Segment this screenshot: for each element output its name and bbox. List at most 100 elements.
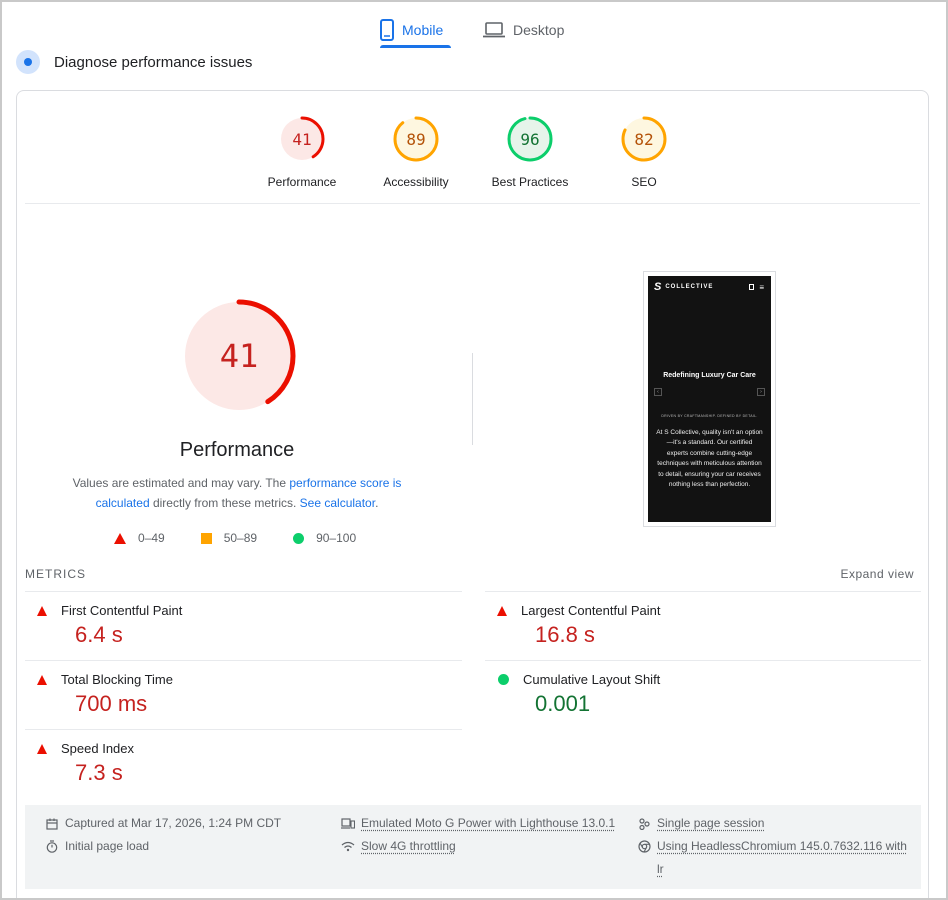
metric-value: 0.001 [535,691,591,716]
metric-fcp: First Contentful Paint 6.4 s [37,603,457,648]
metric-tbt: Total Blocking Time 700 ms [37,672,457,717]
see-calculator-link[interactable]: See calculator [300,496,375,510]
performance-gauge-large: 41 [180,297,298,415]
triangle-icon [37,743,47,754]
metric-divider [485,591,921,592]
gauge-score: 89 [406,129,426,149]
gauge-label: Best Practices [491,175,569,189]
metric-value: 700 ms [75,691,148,716]
gauge-seo[interactable]: 82 SEO [589,115,699,189]
gauge-label: Performance [267,175,337,189]
gauge-label: Accessibility [383,175,449,189]
legend-good: 90–100 [293,531,356,545]
gauge-best-practices[interactable]: 96 Best Practices [475,115,585,189]
brand-mark: S [654,281,663,293]
performance-title: Performance [179,439,295,461]
metric-name: First Contentful Paint [61,603,183,618]
metric-name: Total Blocking Time [61,672,173,687]
screenshot-logo: S COLLECTIVE [654,281,713,293]
screenshot-hero-title: Redefining Luxury Car Care [663,372,756,379]
emulated-device-text[interactable]: Emulated Moto G Power with Lighthouse 13… [361,812,615,835]
gauge-score: 41 [292,129,312,149]
bag-icon [749,284,755,290]
legend-poor: 0–49 [114,531,165,545]
triangle-icon [114,532,126,544]
metrics-header: METRICS Expand view [25,567,914,581]
screenshot-navbar: S COLLECTIVE ≡ [648,276,771,298]
legend-good-label: 90–100 [316,531,357,545]
metric-lcp: Largest Contentful Paint 16.8 s [497,603,917,648]
initial-page-load-text: Initial page load [65,839,150,853]
runtime-settings: Captured at Mar 17, 2026, 1:24 PM CDT In… [25,805,921,889]
circle-icon [497,674,509,685]
description-suffix: . [375,496,379,510]
metric-value: 6.4 s [75,622,123,647]
metric-value: 16.8 s [535,622,595,647]
calendar-icon [45,812,59,835]
metric-divider [485,660,921,661]
metrics-heading: METRICS [25,567,86,581]
legend-average-label: 50–89 [223,531,258,545]
device-tabs: Mobile Desktop [0,0,948,50]
tab-mobile[interactable]: Mobile [380,12,451,48]
active-tab-indicator [380,45,451,48]
section-header: Diagnose performance issues [16,50,252,74]
page-session-text[interactable]: Single page session [657,812,764,835]
menu-icon: ≡ [759,282,765,292]
screenshot-tagline: DRIVEN BY CRAFTMANSHIP. DEFINED BY DETAI… [661,414,758,418]
metric-name: Largest Contentful Paint [521,603,661,618]
gauge-score: 96 [520,129,540,149]
square-icon [200,532,212,544]
browser-version: Using HeadlessChromium 145.0.7632.116 wi… [637,835,907,881]
page-session: Single page session [637,812,764,835]
brand-name: COLLECTIVE [665,284,714,290]
metric-name: Cumulative Layout Shift [523,672,661,687]
phone-icon [380,19,394,41]
metric-cls: Cumulative Layout Shift 0.001 [497,672,917,717]
initial-page-load: Initial page load [45,835,149,858]
laptop-icon [483,22,505,38]
wifi-icon [341,835,355,858]
tab-desktop[interactable]: Desktop [483,12,564,48]
screenshot-carousel-arrows: ‹ › [654,388,765,396]
network-throttling-text[interactable]: Slow 4G throttling [361,835,456,858]
page-screenshot[interactable]: S COLLECTIVE ≡ Redefining Luxury Car Car… [643,271,776,527]
gauge-label: SEO [631,175,657,189]
score-description: Values are estimated and may vary. The p… [57,473,417,513]
metric-divider [25,729,462,730]
metric-value: 7.3 s [75,760,123,785]
devices-icon [341,812,355,835]
tab-desktop-label: Desktop [513,22,565,38]
captured-at: Captured at Mar 17, 2026, 1:24 PM CDT [45,812,281,835]
chrome-icon [637,835,651,858]
vertical-divider [472,353,473,445]
metric-si: Speed Index 7.3 s [37,741,457,786]
report-card: 41 Performance 89 Accessibility 96 Best … [16,90,929,900]
captured-at-text: Captured at Mar 17, 2026, 1:24 PM CDT [65,816,282,830]
gauge-score: 82 [634,129,654,149]
legend-poor-label: 0–49 [138,531,165,545]
metric-divider [25,660,462,661]
score-legend: 0–49 50–89 90–100 [114,531,392,545]
gauge-performance[interactable]: 41 Performance [247,115,357,189]
network-throttling: Slow 4G throttling [341,835,456,858]
timer-icon [45,835,59,858]
chevron-left-icon: ‹ [654,388,662,396]
chevron-right-icon: › [757,388,765,396]
screenshot-viewport: S COLLECTIVE ≡ Redefining Luxury Car Car… [648,276,771,522]
description-prefix: Values are estimated and may vary. The [72,476,290,490]
triangle-icon [37,605,47,616]
triangle-icon [37,674,47,685]
section-title: Diagnose performance issues [54,53,253,71]
metric-divider [25,591,462,592]
tab-mobile-label: Mobile [402,22,444,38]
large-gauge-score: 41 [219,337,259,375]
browser-version-text[interactable]: Using HeadlessChromium 145.0.7632.116 wi… [657,835,907,881]
legend-average: 50–89 [200,531,258,545]
expand-view-toggle[interactable]: Expand view [840,567,914,581]
gauge-accessibility[interactable]: 89 Accessibility [361,115,471,189]
metric-name: Speed Index [61,741,135,756]
emulated-device: Emulated Moto G Power with Lighthouse 13… [341,812,615,835]
session-icon [637,812,651,835]
triangle-icon [497,605,507,616]
